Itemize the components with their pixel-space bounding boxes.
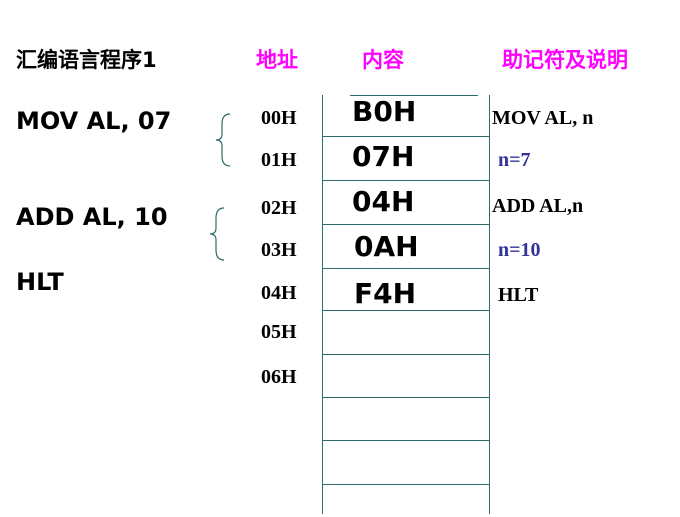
address-00h: 00H — [261, 107, 297, 129]
table-left-border — [322, 95, 323, 514]
row-divider — [322, 224, 490, 225]
content-03h: 0AH — [354, 230, 419, 263]
brace-add-icon — [209, 207, 225, 261]
content-04h: F4H — [354, 277, 417, 310]
row-divider — [322, 268, 490, 269]
table-right-border — [489, 95, 490, 514]
content-00h: B0H — [352, 95, 417, 128]
address-02h: 02H — [261, 197, 297, 219]
row-divider — [322, 180, 490, 181]
content-02h: 04H — [352, 185, 415, 218]
address-03h: 03H — [261, 239, 297, 261]
address-06h: 06H — [261, 366, 297, 388]
address-column-header: 地址 — [256, 48, 298, 72]
row-divider — [322, 440, 490, 441]
note-mov: MOV AL, n — [492, 107, 594, 129]
note-add: ADD AL,n — [492, 195, 584, 217]
note-n10: n=10 — [498, 239, 541, 261]
mnemonic-column-header: 助记符及说明 — [502, 48, 628, 72]
brace-mov-icon — [215, 113, 231, 167]
address-04h: 04H — [261, 282, 297, 304]
program-line-add: ADD AL, 10 — [16, 203, 168, 231]
row-divider — [322, 397, 490, 398]
address-01h: 01H — [261, 149, 297, 171]
row-divider — [322, 354, 490, 355]
program-line-hlt: HLT — [16, 268, 64, 296]
row-divider — [322, 484, 490, 485]
program-line-mov: MOV AL, 07 — [16, 107, 172, 135]
address-05h: 05H — [261, 321, 297, 343]
row-divider — [322, 310, 490, 311]
row-divider — [322, 136, 490, 137]
program-title: 汇编语言程序1 — [16, 48, 157, 72]
note-n7: n=7 — [498, 149, 531, 171]
content-01h: 07H — [352, 140, 415, 173]
note-hlt: HLT — [498, 284, 539, 306]
content-column-header: 内容 — [362, 48, 404, 72]
